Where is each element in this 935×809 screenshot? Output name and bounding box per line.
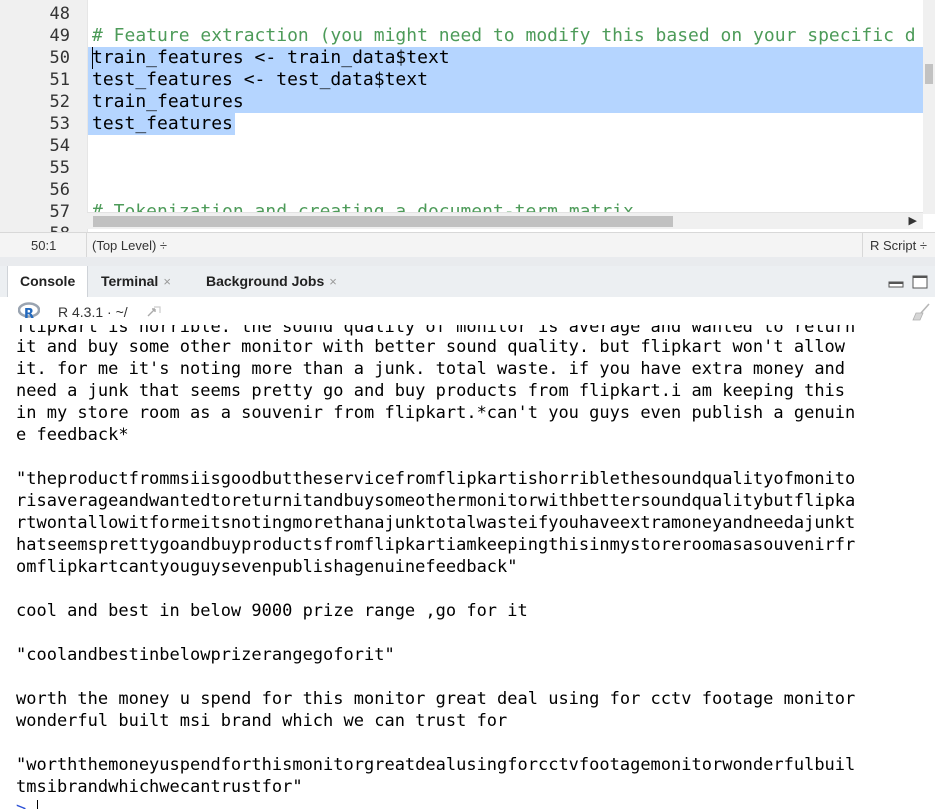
clear-console-broom-icon[interactable] <box>912 303 932 321</box>
go-to-directory-icon[interactable] <box>146 304 162 318</box>
console-line: risaverageandwantedtoreturnitandbuysomeo… <box>16 491 856 511</box>
console-line: e feedback* <box>16 425 129 445</box>
line-number: 49 <box>49 26 70 46</box>
scroll-right-arrow-icon[interactable]: ▶ <box>909 214 917 227</box>
r-version-label: R 4.3.1 · ~/ <box>58 304 128 320</box>
code-line[interactable]: test_features <box>92 113 233 135</box>
text-cursor <box>92 47 93 69</box>
line-number: 58 <box>50 223 70 232</box>
console-line: it and buy some other monitor with bette… <box>16 337 846 357</box>
line-number: 57 <box>49 202 70 222</box>
code-line[interactable]: # Feature extraction (you might need to … <box>92 25 916 47</box>
console-tab-bar: Console Terminal × Background Jobs × <box>0 266 935 298</box>
tab-label: Terminal <box>101 273 159 289</box>
console-cursor <box>37 800 38 809</box>
line-number: 52 <box>49 92 70 112</box>
r-logo-icon: R <box>18 302 40 320</box>
tab-console[interactable]: Console <box>7 266 88 298</box>
tab-label: Background Jobs <box>206 273 325 289</box>
tab-terminal[interactable]: Terminal × <box>89 266 183 297</box>
code-line[interactable]: test_features <- test_data$text <box>92 69 428 91</box>
console-line: "theproductfrommsiisgoodbuttheservicefro… <box>16 469 856 489</box>
tab-label: Console <box>20 273 76 289</box>
line-number: 54 <box>49 136 70 156</box>
console-line: tmsibrandwhichwecantrustfor" <box>16 777 303 797</box>
line-number: 53 <box>49 114 70 134</box>
scope-selector[interactable]: (Top Level) ÷ <box>92 238 167 253</box>
code-line[interactable]: train_features <box>92 91 244 113</box>
file-type-selector[interactable]: R Script ÷ <box>870 238 927 253</box>
line-number: 55 <box>49 158 70 178</box>
console-line: it. for me it's noting more than a junk.… <box>16 359 846 379</box>
console-output[interactable]: flipkart is horrible. the sound quality … <box>0 325 935 809</box>
close-icon[interactable]: × <box>163 274 171 289</box>
editor-horizontal-scrollbar[interactable]: ▶ <box>87 212 923 229</box>
console-line: hatseemsprettygoandbuyproductsfromflipka… <box>16 535 856 555</box>
scrollbar-thumb[interactable] <box>93 216 673 227</box>
console-line: worth the money u spend for this monitor… <box>16 689 856 709</box>
console-line: rtwontallowitformeitsnotingmorethanajunk… <box>16 513 856 533</box>
line-number-gutter: 48 49 50 51 52 53 54 55 56 57 58 <box>0 0 88 232</box>
console-line: "worththemoneyuspendforthismonitorgreatd… <box>16 755 856 775</box>
pane-splitter[interactable] <box>0 257 935 266</box>
minimize-pane-icon[interactable] <box>888 275 904 289</box>
maximize-pane-icon[interactable] <box>912 275 928 289</box>
console-toolbar: R R 4.3.1 · ~/ <box>0 297 935 325</box>
tab-background-jobs[interactable]: Background Jobs × <box>194 266 349 297</box>
line-number: 48 <box>49 4 70 24</box>
editor-vertical-scrollbar[interactable] <box>923 0 935 214</box>
divider <box>862 233 863 257</box>
svg-text:R: R <box>24 307 34 320</box>
console-line: wonderful built msi brand which we can t… <box>16 711 508 731</box>
console-line: in my store room as a souvenir from flip… <box>16 403 856 423</box>
line-number: 50 <box>49 48 70 68</box>
console-line: omflipkartcantyouguysevenpublishagenuine… <box>16 557 518 577</box>
console-line: "coolandbestinbelowprizerangegoforit" <box>16 645 395 665</box>
line-number: 56 <box>49 180 70 200</box>
code-line[interactable]: train_features <- train_data$text <box>92 47 450 69</box>
scrollbar-thumb[interactable] <box>925 64 933 84</box>
divider <box>86 233 87 257</box>
editor-status-bar: 50:1 (Top Level) ÷ R Script ÷ <box>0 232 935 258</box>
cursor-position: 50:1 <box>31 238 57 253</box>
close-icon[interactable]: × <box>329 274 337 289</box>
console-line: cool and best in below 9000 prize range … <box>16 601 528 621</box>
source-editor[interactable]: 48 49 50 51 52 53 54 55 56 57 58 # Featu… <box>0 0 935 232</box>
line-number: 51 <box>49 70 70 90</box>
console-line: need a junk that seems pretty go and buy… <box>16 381 846 401</box>
console-prompt: > <box>16 799 27 809</box>
